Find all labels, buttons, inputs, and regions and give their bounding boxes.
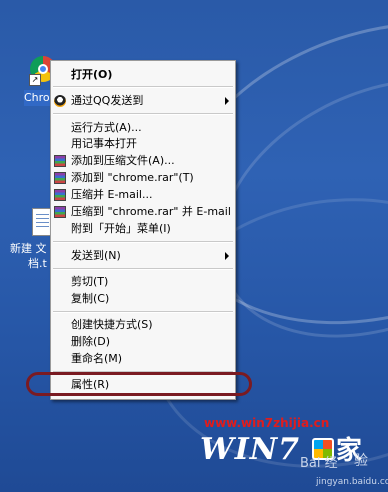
menu-item-send-via-qq[interactable]: 通过QQ发送到 <box>51 93 235 109</box>
desktop-icon-label: 新建 文 <box>10 242 47 255</box>
menu-item-add-to-chrome-rar[interactable]: 添加到 "chrome.rar"(T) <box>51 170 235 186</box>
qq-icon <box>54 95 66 107</box>
menu-item-label: 通过QQ发送到 <box>71 94 144 107</box>
menu-item-open[interactable]: 打开(O) <box>51 67 235 83</box>
menu-item-label: 用记事本打开 <box>71 137 137 150</box>
menu-item-send-to[interactable]: 发送到(N) <box>51 248 235 264</box>
menu-item-rename[interactable]: 重命名(M) <box>51 351 235 367</box>
menu-item-label: 压缩并 E-mail... <box>71 188 153 201</box>
context-menu: 打开(O) 通过QQ发送到 运行方式(A)... 用记事本打开 添加到压缩文件(… <box>50 60 236 400</box>
menu-item-label: 添加到 "chrome.rar"(T) <box>71 171 194 184</box>
menu-item-compress-and-email[interactable]: 压缩并 E-mail... <box>51 187 235 203</box>
menu-item-label: 压缩到 "chrome.rar" 并 E-mail <box>71 205 231 218</box>
menu-item-compress-to-chrome-rar-and-email[interactable]: 压缩到 "chrome.rar" 并 E-mail <box>51 204 235 220</box>
baidu-jingyan-url: jingyan.baidu.com <box>316 477 388 487</box>
shortcut-arrow-icon: ↗ <box>29 74 41 86</box>
winrar-icon <box>54 155 66 167</box>
desktop-icon-label: 档.t <box>28 257 47 270</box>
desktop: ↗ Chro 新建 文 档.t 打开(O) 通过QQ发送到 运行方式(A)...… <box>0 0 388 492</box>
menu-item-run-as[interactable]: 运行方式(A)... <box>51 120 235 136</box>
properties-highlight-ring <box>26 372 252 396</box>
menu-item-create-shortcut[interactable]: 创建快捷方式(S) <box>51 317 235 333</box>
menu-item-label: 运行方式(A)... <box>71 121 142 134</box>
baidu-jingyan-watermark-suffix: 验 <box>354 453 368 469</box>
menu-item-label: 删除(D) <box>71 335 111 348</box>
menu-item-label: 复制(C) <box>71 292 110 305</box>
menu-separator <box>53 268 233 270</box>
winrar-icon <box>54 206 66 218</box>
menu-item-label: 打开(O) <box>71 68 113 81</box>
menu-item-label: 附到「开始」菜单(I) <box>71 222 171 235</box>
watermark-url: www.win7zhijia.cn <box>204 416 330 430</box>
menu-separator <box>53 113 233 115</box>
submenu-arrow-icon <box>225 252 229 260</box>
baidu-jingyan-watermark: Bai 经 <box>300 456 338 471</box>
menu-item-copy[interactable]: 复制(C) <box>51 291 235 307</box>
menu-separator <box>53 311 233 313</box>
winrar-icon <box>54 189 66 201</box>
submenu-arrow-icon <box>225 97 229 105</box>
menu-item-add-to-archive[interactable]: 添加到压缩文件(A)... <box>51 153 235 169</box>
winrar-icon <box>54 172 66 184</box>
desktop-icon-label: Chro <box>24 90 52 106</box>
menu-item-delete[interactable]: 删除(D) <box>51 334 235 350</box>
menu-item-pin-to-start-menu[interactable]: 附到「开始」菜单(I) <box>51 221 235 237</box>
menu-separator <box>53 86 233 88</box>
menu-separator <box>53 241 233 243</box>
menu-item-label: 剪切(T) <box>71 275 109 288</box>
menu-item-label: 发送到(N) <box>71 249 121 262</box>
menu-item-label: 重命名(M) <box>71 352 123 365</box>
menu-item-label: 创建快捷方式(S) <box>71 318 153 331</box>
menu-item-cut[interactable]: 剪切(T) <box>51 274 235 290</box>
menu-item-open-with-notepad[interactable]: 用记事本打开 <box>51 136 235 152</box>
menu-item-label: 添加到压缩文件(A)... <box>71 154 175 167</box>
watermark-brand: WIN7 <box>200 432 301 467</box>
